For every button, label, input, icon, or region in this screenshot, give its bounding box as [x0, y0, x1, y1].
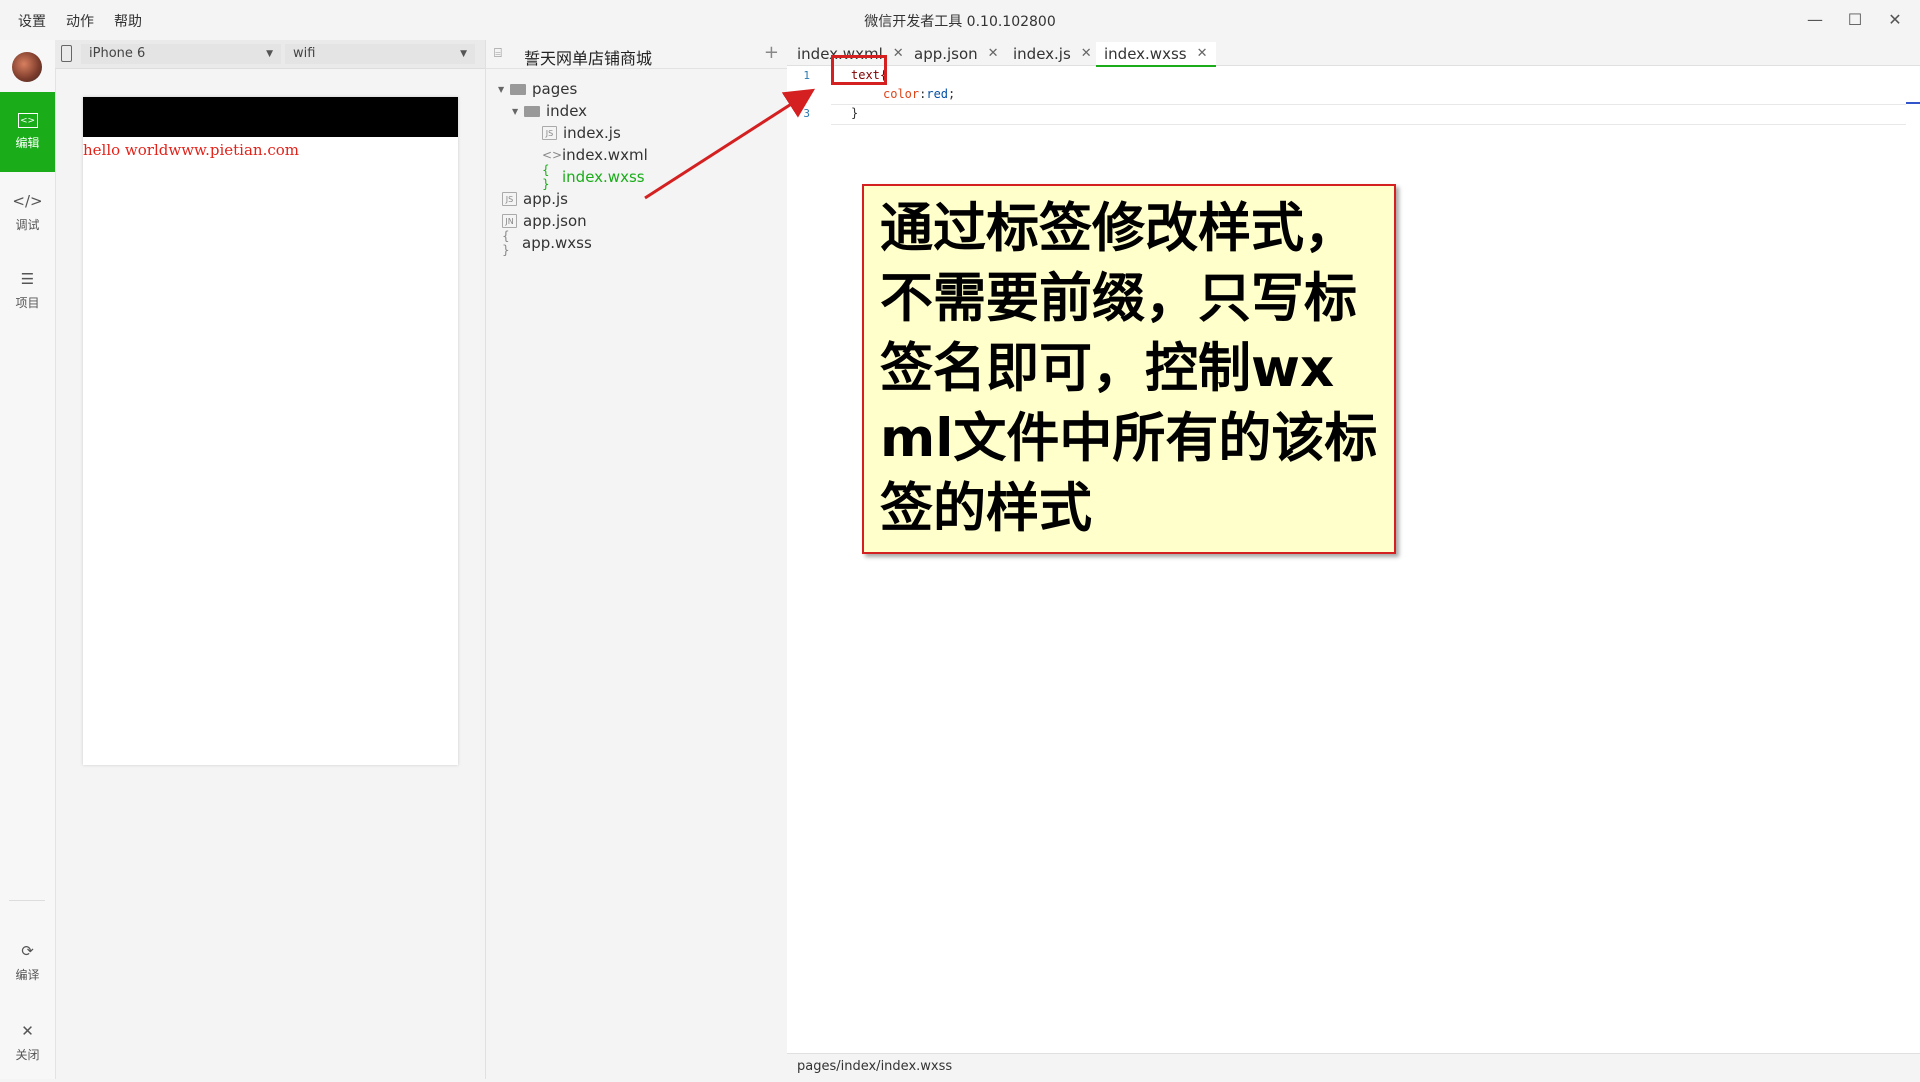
status-file-path: pages/index/index.wxss: [797, 1059, 953, 1074]
annotation-note: 通过标签修改样式，不需要前缀，只写标签名即可，控制wxml文件中所有的该标签的样…: [862, 184, 1396, 554]
status-bar: pages/index/index.wxss: [787, 1053, 1920, 1080]
